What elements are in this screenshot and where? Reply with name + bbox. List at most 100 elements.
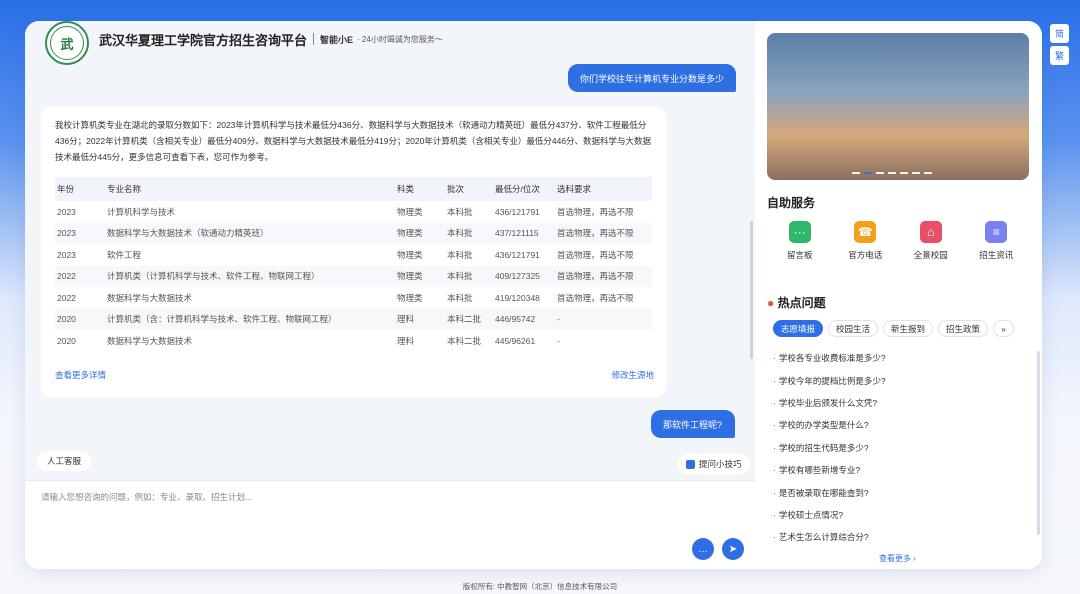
service-label: 官方电话 — [848, 250, 883, 260]
hot-question-item[interactable]: 学校各专业收费标准是多少? — [773, 347, 1033, 369]
hot-question-item[interactable]: 学校有哪些新增专业? — [773, 459, 1033, 481]
table-row: 2022 计算机类（计算机科学与技术、软件工程、物联网工程） 物理类 本科批 409/1… — [55, 265, 652, 287]
simplified-chinese-button[interactable]: 简 — [1050, 24, 1069, 43]
hot-tab[interactable]: 志愿填报 — [773, 320, 824, 337]
hot-question-item[interactable]: 学校硕士点情况? — [773, 504, 1033, 526]
message-board-icon: ··· — [788, 221, 811, 243]
hot-tab[interactable]: 校园生活 — [828, 320, 879, 337]
table-cell: 本科批 — [447, 292, 473, 303]
table-cell: 本科批 — [445, 222, 493, 244]
th-major: 专业名称 — [105, 177, 395, 201]
hot-question-item[interactable]: 是否被录取在哪能查到? — [773, 481, 1033, 503]
logo-emblem: 武 — [50, 26, 84, 60]
table-cell: 437/121115 — [493, 222, 555, 244]
table-cell: 物理类 — [397, 249, 423, 260]
table-cell: 446/95742 — [493, 308, 555, 330]
campus-icon: ⌂ — [919, 221, 942, 243]
hot-tab[interactable]: 招生政策 — [938, 320, 989, 337]
phone-icon: ☎ — [854, 221, 877, 243]
campus-carousel[interactable] — [767, 33, 1029, 180]
table-cell: 445/96261 — [495, 335, 536, 346]
bot-answer: 我校计算机类专业在湖北的录取分数如下：2023年计算机科学与技术最低分436分、… — [41, 107, 666, 397]
table-cell: 本科二批 — [447, 335, 482, 346]
table-cell: 本科批 — [447, 249, 473, 260]
slogan: · 24小时竭诚为您服务～ — [357, 34, 443, 44]
table-cell: 2022 — [55, 265, 105, 287]
fire-icon: ● — [767, 296, 775, 310]
table-cell: 2023 — [55, 222, 105, 244]
th-year: 年份 — [55, 177, 105, 201]
carousel-dot[interactable] — [852, 172, 860, 174]
view-more-questions[interactable]: 查看更多 › — [879, 553, 916, 564]
hot-tab[interactable]: 新生报到 — [883, 320, 934, 337]
service-message-board[interactable]: ··· 留言板 — [770, 221, 830, 261]
table-cell: 首选物理，再选不限 — [557, 206, 634, 217]
table-cell: 本科批 — [447, 206, 473, 217]
sidebar: 自助服务 ··· 留言板 ☎ 官方电话 ⌂ 全景校园 ≡ 招生资讯 ● 热点问题 志愿填报 校园… — [767, 21, 1042, 569]
answer-links: 查看更多详情 修改生源地 — [55, 369, 654, 381]
table-cell: 436/121791 — [495, 206, 540, 217]
chat-scrollbar[interactable] — [750, 221, 753, 359]
table-cell: 2022 — [57, 292, 76, 303]
sidebar-scrollbar[interactable] — [1037, 351, 1040, 535]
carousel-dot[interactable] — [912, 172, 920, 174]
table-cell: 本科二批 — [445, 308, 493, 330]
table-cell: 2020 — [55, 308, 105, 330]
table-row: 2023 软件工程 物理类 本科批 436/121791 首选物理，再选不限 — [55, 244, 652, 266]
main-card: 武 武汉华夏理工学院官方招生咨询平台 智能小E · 24小时竭诚为您服务～ 你们… — [25, 21, 1042, 569]
table-cell: 物理类 — [395, 222, 445, 244]
carousel-dot[interactable] — [864, 172, 872, 174]
tabs-next-icon[interactable]: » — [993, 320, 1014, 337]
header: 武 武汉华夏理工学院官方招生咨询平台 智能小E · 24小时竭诚为您服务～ — [25, 21, 755, 65]
user-message-text: 那软件工程呢? — [663, 419, 723, 430]
question-input[interactable] — [25, 481, 755, 541]
traditional-chinese-button[interactable]: 繁 — [1050, 46, 1069, 65]
th-subject: 选科要求 — [555, 177, 652, 201]
carousel-dot[interactable] — [900, 172, 908, 174]
service-label: 留言板 — [786, 250, 813, 260]
table-cell: 419/120348 — [495, 292, 540, 303]
carousel-dot[interactable] — [876, 172, 884, 174]
table-cell: 理科 — [395, 308, 445, 330]
hot-question-item[interactable]: 学校毕业后颁发什么文凭? — [773, 392, 1033, 414]
user-message: 那软件工程呢? — [651, 410, 735, 438]
table-cell: 2020 — [57, 335, 76, 346]
user-message-text: 你们学校往年计算机专业分数是多少 — [580, 73, 725, 84]
change-origin-link[interactable]: 修改生源地 — [611, 369, 654, 381]
hot-question-item[interactable]: 学校的招生代码是多少? — [773, 437, 1033, 459]
carousel-dot[interactable] — [924, 172, 932, 174]
table-cell: - — [557, 335, 560, 346]
service-news[interactable]: ≡ 招生资讯 — [966, 221, 1026, 261]
table-cell: 计算机类（含：计算机科学与技术、软件工程、物联网工程） — [105, 308, 395, 330]
human-service-button[interactable]: 人工客服 — [37, 451, 92, 471]
table-cell: 本科批 — [445, 265, 493, 287]
table-row: 2020 数据科学与大数据技术 理科 本科二批 445/96261 - — [55, 330, 652, 352]
school-logo: 武 — [45, 21, 89, 65]
carousel-dot[interactable] — [888, 172, 896, 174]
table-cell: 数据科学与大数据技术 — [107, 335, 193, 346]
table-cell: 首选物理，再选不限 — [555, 265, 652, 287]
table-cell: 计算机类（计算机科学与技术、软件工程、物联网工程） — [105, 265, 395, 287]
table-row: 2020 计算机类（含：计算机科学与技术、软件工程、物联网工程） 理科 本科二批 446… — [55, 308, 652, 330]
hot-tabs: 志愿填报 校园生活 新生报到 招生政策» — [773, 320, 1014, 337]
site-title: 武汉华夏理工学院官方招生咨询平台 — [99, 32, 308, 48]
carousel-dots — [852, 172, 932, 174]
hot-title-label: 热点问题 — [777, 296, 826, 310]
table-cell: 2023 — [57, 206, 76, 217]
hot-question-list: 学校各专业收费标准是多少?学校今年的提档比例是多少?学校毕业后颁发什么文凭?学校… — [773, 347, 1033, 549]
hot-question-item[interactable]: 学校今年的提档比例是多少? — [773, 369, 1033, 391]
chat-bubble-icon[interactable]: … — [692, 538, 714, 560]
th-batch: 批次 — [445, 177, 493, 201]
table-cell: 首选物理，再选不限 — [557, 249, 634, 260]
service-campus[interactable]: ⌂ 全景校园 — [901, 221, 961, 261]
hot-questions-title: ● 热点问题 — [767, 294, 826, 311]
service-label: 全景校园 — [913, 250, 948, 260]
send-icon[interactable]: ➤ — [722, 538, 744, 560]
tips-button[interactable]: 提问小技巧 — [678, 454, 750, 474]
hot-question-item[interactable]: 学校的办学类型是什么? — [773, 414, 1033, 436]
hot-question-item[interactable]: 艺术生怎么计算综合分? — [773, 526, 1033, 548]
service-phone[interactable]: ☎ 官方电话 — [835, 221, 895, 261]
view-more-link[interactable]: 查看更多详情 — [55, 369, 106, 381]
answer-text: 我校计算机类专业在湖北的录取分数如下：2023年计算机科学与技术最低分436分、… — [55, 120, 652, 162]
table-cell: 物理类 — [397, 292, 423, 303]
